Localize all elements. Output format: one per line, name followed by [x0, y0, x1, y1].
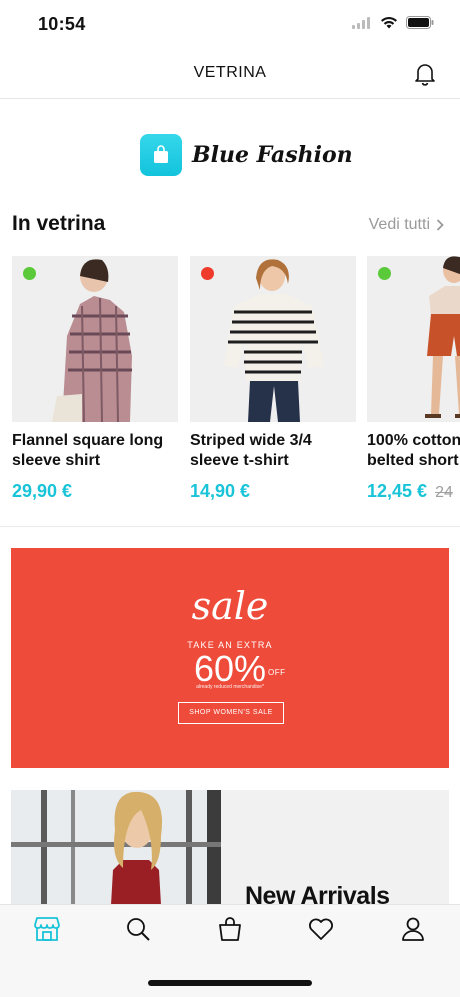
new-arrivals-banner[interactable]: New Arrivals [11, 790, 449, 905]
product-price: 14,90 € [190, 481, 251, 501]
tab-profile[interactable] [393, 915, 433, 947]
see-all-link[interactable]: Vedi tutti [369, 216, 444, 234]
store-icon [34, 917, 60, 941]
product-card[interactable]: 100% cotton belted short 12,45 € 24 [367, 256, 460, 502]
section-divider [0, 526, 460, 527]
tab-wishlist[interactable] [301, 915, 341, 947]
availability-dot [23, 267, 36, 280]
status-icons [352, 16, 434, 29]
bag-icon [219, 917, 241, 941]
tab-search[interactable] [118, 915, 158, 947]
product-title: Striped wide 3/4 sleeve t-shirt [190, 432, 312, 469]
product-price-row: 29,90 € [12, 481, 178, 502]
product-card[interactable]: Striped wide 3/4 sleeve t-shirt 14,90 € [190, 256, 356, 502]
search-icon [127, 918, 150, 941]
brand-logo [140, 134, 182, 176]
product-title: Flannel square long sleeve shirt [12, 432, 164, 469]
chevron-right-icon [436, 219, 444, 231]
banner-note: already reduced merchandise* [196, 684, 264, 690]
shop-sale-button[interactable]: SHOP WOMEN'S SALE [178, 702, 284, 724]
page-title: VETRINA [193, 64, 267, 81]
product-title: 100% cotton belted short [367, 432, 460, 469]
bell-icon[interactable] [412, 61, 438, 87]
product-image [367, 256, 460, 422]
shopping-bag-icon [154, 145, 168, 163]
product-card[interactable]: Flannel square long sleeve shirt 29,90 € [12, 256, 178, 502]
battery-icon [406, 16, 434, 29]
section-title: In vetrina [12, 212, 106, 235]
heart-icon [309, 918, 333, 940]
product-price-row: 14,90 € [190, 481, 356, 502]
tab-bag[interactable] [210, 915, 250, 947]
product-price: 29,90 € [12, 481, 73, 501]
brand-header: Blue Fashion [140, 134, 353, 176]
showcase-header: In vetrina Vedi tutti [12, 212, 444, 240]
nav-bar: VETRINA [0, 50, 460, 99]
product-price: 12,45 € [367, 481, 428, 501]
wifi-icon [381, 16, 397, 29]
availability-dot [378, 267, 391, 280]
banner-sale-text: sale [191, 584, 269, 628]
see-all-label: Vedi tutti [368, 216, 430, 233]
product-old-price: 24 [435, 484, 453, 501]
product-image [190, 256, 356, 422]
status-time: 10:54 [38, 14, 86, 34]
product-price-row: 12,45 € 24 [367, 481, 460, 502]
home-indicator [148, 980, 312, 986]
profile-icon [402, 917, 424, 941]
sale-banner[interactable]: sale TAKE AN EXTRA 60% OFF already reduc… [11, 548, 449, 768]
tab-store[interactable] [27, 915, 67, 947]
product-image [12, 256, 178, 422]
status-bar: 10:54 [0, 0, 460, 50]
availability-dot [201, 267, 214, 280]
brand-name: Blue Fashion [192, 142, 353, 168]
signal-icon [352, 16, 370, 29]
promo-title: New Arrivals [245, 882, 390, 905]
banner-off: OFF [268, 668, 286, 677]
product-carousel[interactable]: Flannel square long sleeve shirt 29,90 €… [12, 256, 460, 516]
